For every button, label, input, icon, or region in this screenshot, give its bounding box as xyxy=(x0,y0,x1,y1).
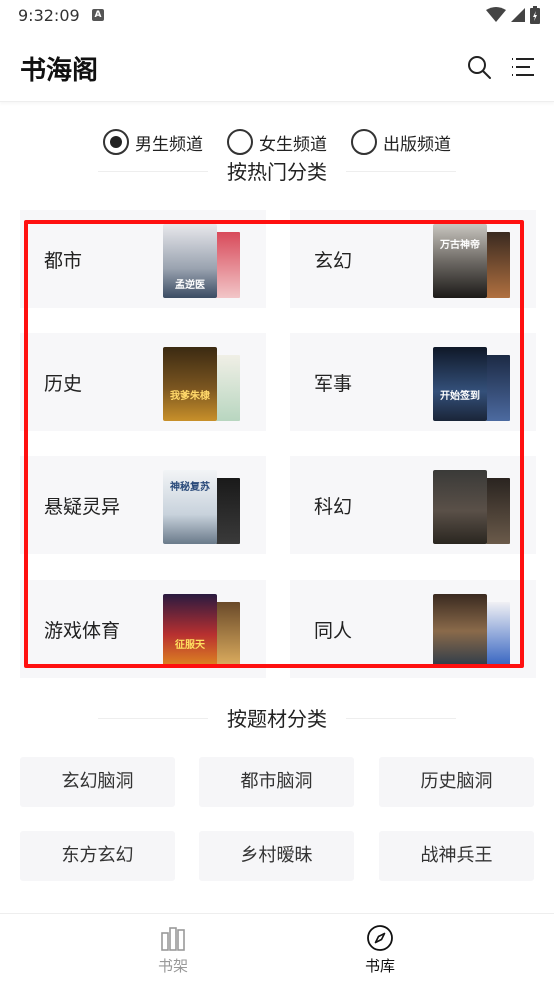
notification-a-icon: A xyxy=(92,9,104,21)
theme-section-heading: 按题材分类 xyxy=(0,704,554,734)
theme-tag[interactable]: 战神兵王 xyxy=(379,831,534,881)
compass-icon xyxy=(367,925,393,951)
nav-label-library: 书库 xyxy=(364,957,395,975)
book-cover-back xyxy=(216,602,240,668)
category-label: 历史 xyxy=(44,373,83,395)
category-label: 同人 xyxy=(314,620,353,642)
nav-label-bookshelf: 书架 xyxy=(157,957,188,975)
category-label: 科幻 xyxy=(314,496,353,518)
book-cover-back xyxy=(486,232,510,298)
theme-section-title: 按题材分类 xyxy=(227,707,327,731)
theme-tag[interactable]: 都市脑洞 xyxy=(199,757,354,807)
cover-title: 开始签到 xyxy=(440,391,480,402)
theme-tag[interactable]: 历史脑洞 xyxy=(379,757,534,807)
status-time: 9:32:09 xyxy=(18,6,80,25)
hot-section-heading: 按热门分类 xyxy=(0,157,554,187)
category-card-lishi[interactable]: 历史 我爹朱棣 xyxy=(20,333,266,431)
category-card-xuanhuan[interactable]: 玄幻 万古神帝 xyxy=(290,210,536,308)
divider xyxy=(98,171,208,172)
book-cover-back xyxy=(486,355,510,421)
channel-selector: 男生频道 女生频道 出版频道 xyxy=(0,126,554,158)
book-cover: 我爹朱棣 xyxy=(163,347,217,421)
channel-publish-label: 出版频道 xyxy=(383,134,451,155)
menu-icon[interactable] xyxy=(510,54,536,80)
cover-title: 我爹朱棣 xyxy=(170,391,210,402)
category-card-youxi[interactable]: 游戏体育 征服天 xyxy=(20,580,266,678)
book-cover-back xyxy=(486,602,510,668)
divider xyxy=(346,718,456,719)
divider xyxy=(346,171,456,172)
book-cover: 孟逆医 xyxy=(163,224,217,298)
book-cover-back xyxy=(216,478,240,544)
radio-female[interactable] xyxy=(227,129,253,155)
cover-title: 孟逆医 xyxy=(175,280,205,291)
bookshelf-icon xyxy=(161,927,185,951)
nav-item-library[interactable]: 书库 xyxy=(340,924,420,976)
cover-title: 征服天 xyxy=(175,640,205,651)
channel-male[interactable]: 男生频道 xyxy=(103,126,203,158)
category-label: 游戏体育 xyxy=(44,620,121,642)
channel-female-label: 女生频道 xyxy=(259,134,327,155)
book-cover-back xyxy=(216,355,240,421)
book-cover: 征服天 xyxy=(163,594,217,668)
book-cover-back xyxy=(486,478,510,544)
channel-male-label: 男生频道 xyxy=(135,134,203,155)
battery-icon xyxy=(530,6,540,24)
channel-female[interactable]: 女生频道 xyxy=(227,126,327,158)
book-cover: 开始签到 xyxy=(433,347,487,421)
cover-title: 万古神帝 xyxy=(440,240,480,251)
category-card-xuanyi[interactable]: 悬疑灵异 神秘复苏 xyxy=(20,456,266,554)
category-label: 军事 xyxy=(314,373,353,395)
category-card-kehuan[interactable]: 科幻 xyxy=(290,456,536,554)
cover-title: 神秘复苏 xyxy=(170,482,210,493)
radio-publish[interactable] xyxy=(351,129,377,155)
category-label: 玄幻 xyxy=(314,250,353,272)
book-cover xyxy=(433,594,487,668)
category-label: 都市 xyxy=(44,250,83,272)
category-label: 悬疑灵异 xyxy=(44,496,121,518)
theme-tag[interactable]: 玄幻脑洞 xyxy=(20,757,175,807)
app-bar: 书海阁 xyxy=(0,32,554,102)
radio-male[interactable] xyxy=(103,129,129,155)
bottom-nav: 书架 书库 xyxy=(0,913,554,984)
nav-item-bookshelf[interactable]: 书架 xyxy=(133,924,213,976)
category-card-tongren[interactable]: 同人 xyxy=(290,580,536,678)
theme-tag[interactable]: 东方玄幻 xyxy=(20,831,175,881)
app-title: 书海阁 xyxy=(20,56,99,86)
hot-category-grid: 都市 孟逆医 玄幻 万古神帝 历史 我爹朱棣 军事 开始签到 悬疑灵异 神秘复苏… xyxy=(20,210,536,678)
category-card-dushi[interactable]: 都市 孟逆医 xyxy=(20,210,266,308)
status-icons xyxy=(486,6,540,24)
wifi-icon xyxy=(486,7,506,22)
book-cover xyxy=(433,470,487,544)
book-cover: 神秘复苏 xyxy=(163,470,217,544)
channel-publish[interactable]: 出版频道 xyxy=(351,126,451,158)
book-cover: 万古神帝 xyxy=(433,224,487,298)
signal-icon xyxy=(511,8,525,22)
divider xyxy=(98,718,208,719)
theme-tag[interactable]: 乡村暧昧 xyxy=(199,831,354,881)
book-cover-back xyxy=(216,232,240,298)
status-bar: 9:32:09 A xyxy=(0,0,554,32)
category-card-junshi[interactable]: 军事 开始签到 xyxy=(290,333,536,431)
search-icon[interactable] xyxy=(466,54,492,80)
hot-section-title: 按热门分类 xyxy=(227,160,327,184)
